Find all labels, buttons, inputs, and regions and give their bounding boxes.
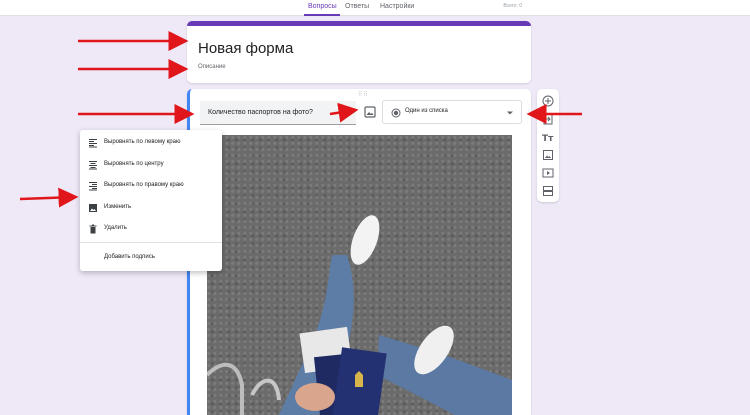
annotation-arrows bbox=[19, 31, 582, 208]
annotation-arrow bbox=[19, 187, 79, 208]
annotation-arrow bbox=[329, 102, 359, 123]
